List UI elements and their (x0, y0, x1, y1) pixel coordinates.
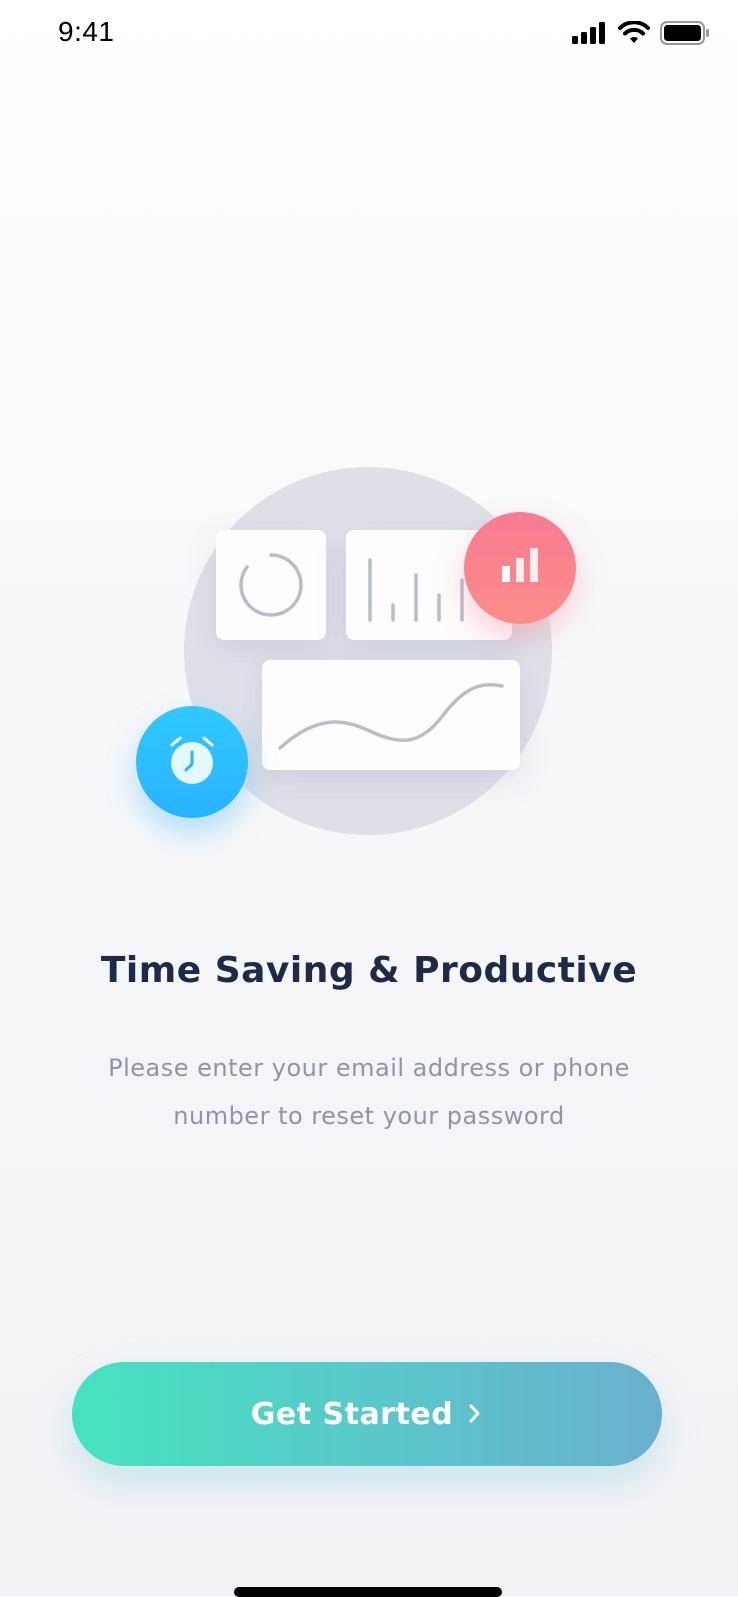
get-started-button[interactable]: Get Started (72, 1362, 662, 1466)
onboarding-illustration (0, 0, 738, 900)
onboarding-description: Please enter your email address or phone… (108, 1054, 630, 1130)
progress-ring-icon (216, 553, 326, 644)
wave-line-icon (262, 682, 520, 774)
get-started-label: Get Started (250, 1396, 454, 1432)
clock-badge (136, 706, 248, 818)
wave-line-card (262, 660, 520, 770)
progress-ring-card (216, 530, 326, 640)
bar-chart-icon (500, 546, 540, 591)
chevron-right-icon (467, 1401, 483, 1428)
onboarding-title: Time Saving & Productive (100, 950, 638, 991)
chart-badge (464, 512, 576, 624)
bar-chart-lines-icon (346, 558, 512, 644)
alarm-clock-icon (164, 732, 220, 793)
